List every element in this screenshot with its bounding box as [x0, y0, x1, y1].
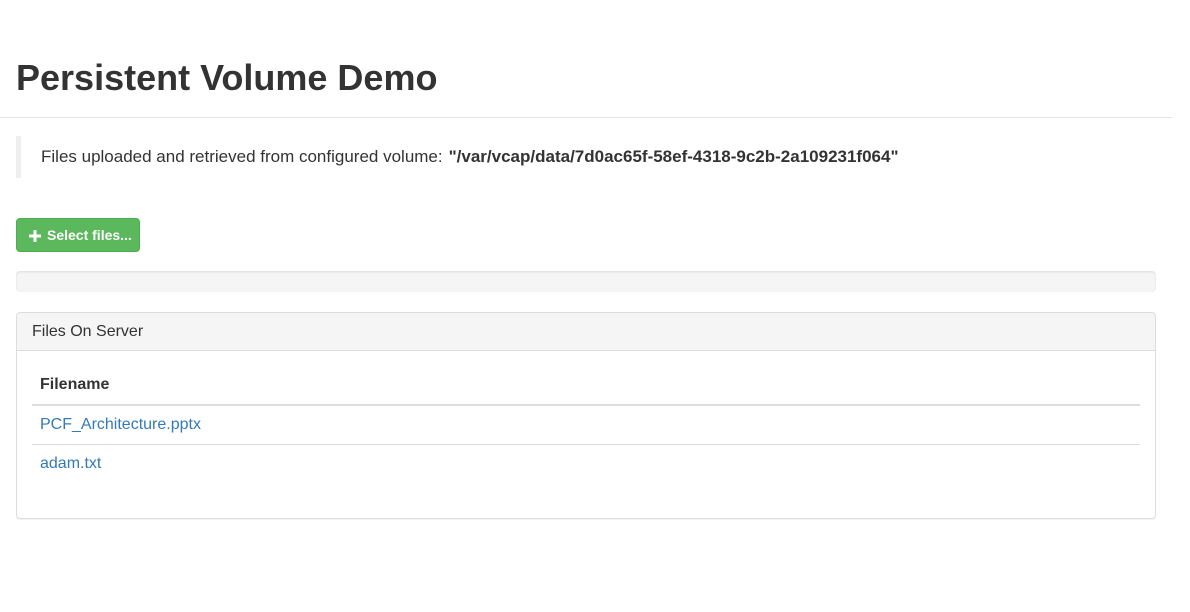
files-table: Filename PCF_Architecture.pptx adam.txt: [32, 366, 1140, 483]
volume-info-blockquote: Files uploaded and retrieved from config…: [16, 136, 1156, 178]
file-link[interactable]: adam.txt: [40, 455, 101, 472]
upload-progress-bar: [16, 271, 1156, 292]
page-title: Persistent Volume Demo: [16, 57, 438, 98]
file-link[interactable]: PCF_Architecture.pptx: [40, 416, 201, 433]
select-files-button[interactable]: Select files...: [16, 218, 140, 252]
page-header: Persistent Volume Demo: [0, 0, 1172, 118]
volume-path: "/var/vcap/data/7d0ac65f-58ef-4318-9c2b-…: [448, 147, 899, 166]
table-row: adam.txt: [32, 444, 1140, 483]
volume-info-text: Files uploaded and retrieved from config…: [41, 147, 443, 166]
files-panel: Files On Server Filename PCF_Architectur…: [16, 312, 1156, 519]
filename-column-header: Filename: [32, 366, 1140, 406]
files-panel-body: Filename PCF_Architecture.pptx adam.txt: [17, 351, 1155, 498]
files-panel-heading: Files On Server: [17, 313, 1155, 351]
table-row: PCF_Architecture.pptx: [32, 405, 1140, 445]
select-files-label: Select files...: [47, 227, 132, 243]
plus-icon: [29, 229, 41, 242]
